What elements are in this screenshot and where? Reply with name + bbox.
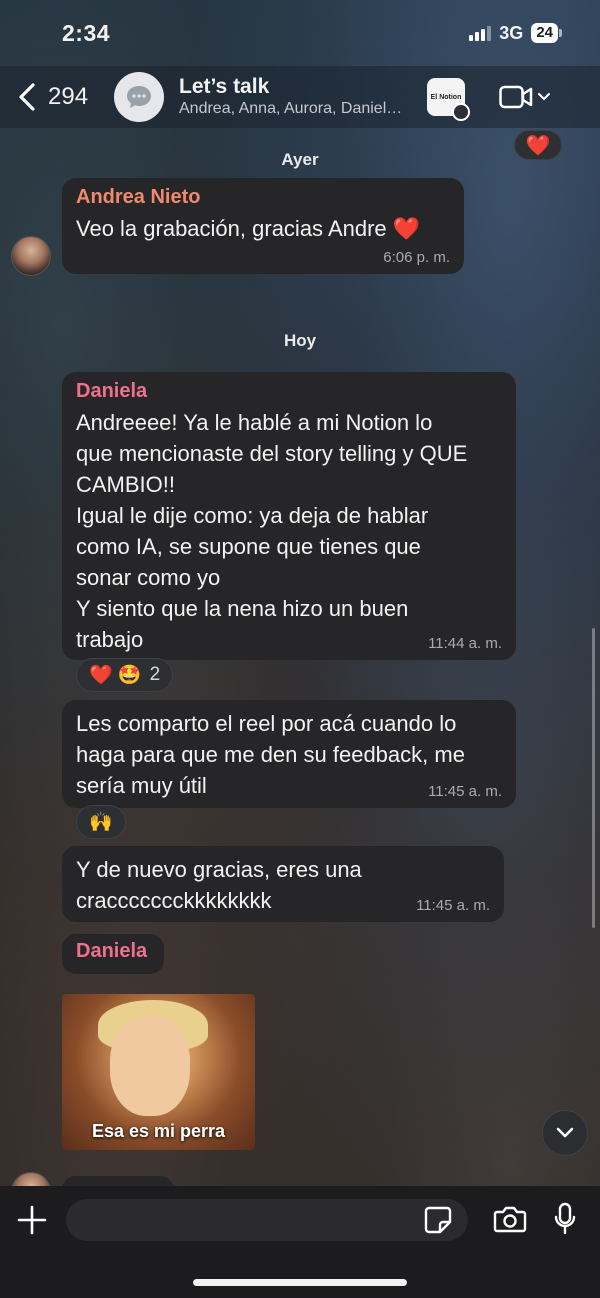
chevron-down-icon [538,93,550,101]
signal-icon [469,25,492,41]
chevron-left-icon [19,83,35,111]
message-bubble[interactable]: Andrea Nieto Veo la grabación, gracias A… [62,178,464,274]
heart-reaction: ❤️ [525,134,551,157]
chat-bubble-icon [127,86,151,108]
group-avatar[interactable] [114,72,164,122]
microphone-button[interactable] [553,1202,577,1241]
avatar[interactable] [11,236,51,276]
chat-title: Let’s talk [179,75,270,98]
chat-header: 294 Let’s talk Andrea, Anna, Aurora, Dan… [0,66,600,128]
app-badge-label: El Notion [430,93,462,101]
message-time: 11:44 a. m. [428,635,502,652]
chat-info[interactable]: Let’s talk Andrea, Anna, Aurora, Daniel… [179,75,419,119]
video-camera-icon [499,85,533,109]
notion-app-badge[interactable]: El Notion [427,78,470,121]
sticker-caption: Esa es mi perra [91,1121,226,1141]
reaction-pill[interactable]: 🙌 [76,805,126,839]
composer-bar [0,1186,600,1298]
network-type: 3G [499,22,524,43]
status-bar: 2:34 3G 24 [0,0,600,66]
sticker-button[interactable] [424,1206,452,1239]
unread-count: 294 [48,83,89,110]
message-line: Y siento que la nena hizo un buen [76,596,409,621]
microphone-icon [554,1202,576,1235]
message-line: Les comparto el reel por acá cuando lo [76,711,457,736]
plus-icon [17,1205,47,1235]
date-separator-yesterday: Ayer [281,150,319,169]
message-time: 11:45 a. m. [416,897,490,914]
message-list[interactable]: ❤️ Ayer Andrea Nieto Veo la grabación, g… [0,128,600,1186]
sticker-image[interactable]: Esa es mi perra [62,994,255,1150]
sender-name: Daniela [76,380,148,402]
back-button[interactable]: 294 [16,82,106,112]
sticker-icon [424,1206,452,1234]
message-line: sonar como yo [76,565,221,590]
sender-name: Andrea Nieto [76,186,201,208]
status-time: 2:34 [62,19,111,46]
message-line: Igual le dije como: ya deja de hablar [76,503,429,528]
attach-button[interactable] [16,1204,48,1241]
reaction-pill[interactable]: ❤️ [514,130,562,160]
message-bubble[interactable]: Daniela Andreeee! Ya le hablé a mi Notio… [62,372,516,660]
reaction-count: 2 [149,664,161,685]
message-line: CAMBIO!! [76,472,176,497]
chat-members: Andrea, Anna, Aurora, Daniel… [179,100,403,117]
sender-chip: Daniela [62,934,164,974]
message-time: 6:06 p. m. [383,249,450,266]
battery-icon: 24 [531,23,562,43]
camera-button[interactable] [493,1205,527,1238]
message-text: Andreeee! Ya le hablé a mi Notion lo que… [76,407,502,655]
status-indicators: 3G 24 [469,23,562,44]
message-bubble[interactable]: Les comparto el reel por acá cuando lo h… [62,700,516,808]
message-input[interactable] [66,1199,468,1241]
message-line: Y de nuevo gracias, eres una [76,857,362,882]
message-time: 11:45 a. m. [428,783,502,800]
date-separator-today: Hoy [283,331,317,350]
reaction-pill[interactable]: ❤️ 🤩 2 [76,658,174,692]
message-line: Andreeee! Ya le hablé a mi Notion lo [76,410,433,435]
message-bubble[interactable]: Y de nuevo gracias, eres una craccccccck… [62,846,504,922]
reaction-emojis: ❤️ 🤩 [89,665,142,686]
message-line: como IA, se supone que tienes que [76,534,421,559]
message-line: que mencionaste del story telling y QUE [76,441,468,466]
message-text: Veo la grabación, gracias Andre ❤️ [76,216,421,241]
camera-icon [493,1206,527,1233]
video-call-button[interactable] [499,84,551,110]
battery-level: 24 [531,23,558,43]
scroll-to-bottom-button[interactable] [542,1110,588,1156]
message-line: haga para que me den su feedback, me [76,742,465,767]
check-icon [452,103,470,121]
home-indicator [193,1279,407,1286]
scrollbar[interactable] [592,628,595,928]
chevron-down-icon [556,1127,574,1138]
sender-name: Daniela [76,940,148,962]
message-bubble[interactable] [62,1176,174,1186]
avatar[interactable] [11,1172,51,1186]
reaction-emojis: 🙌 [89,812,113,833]
